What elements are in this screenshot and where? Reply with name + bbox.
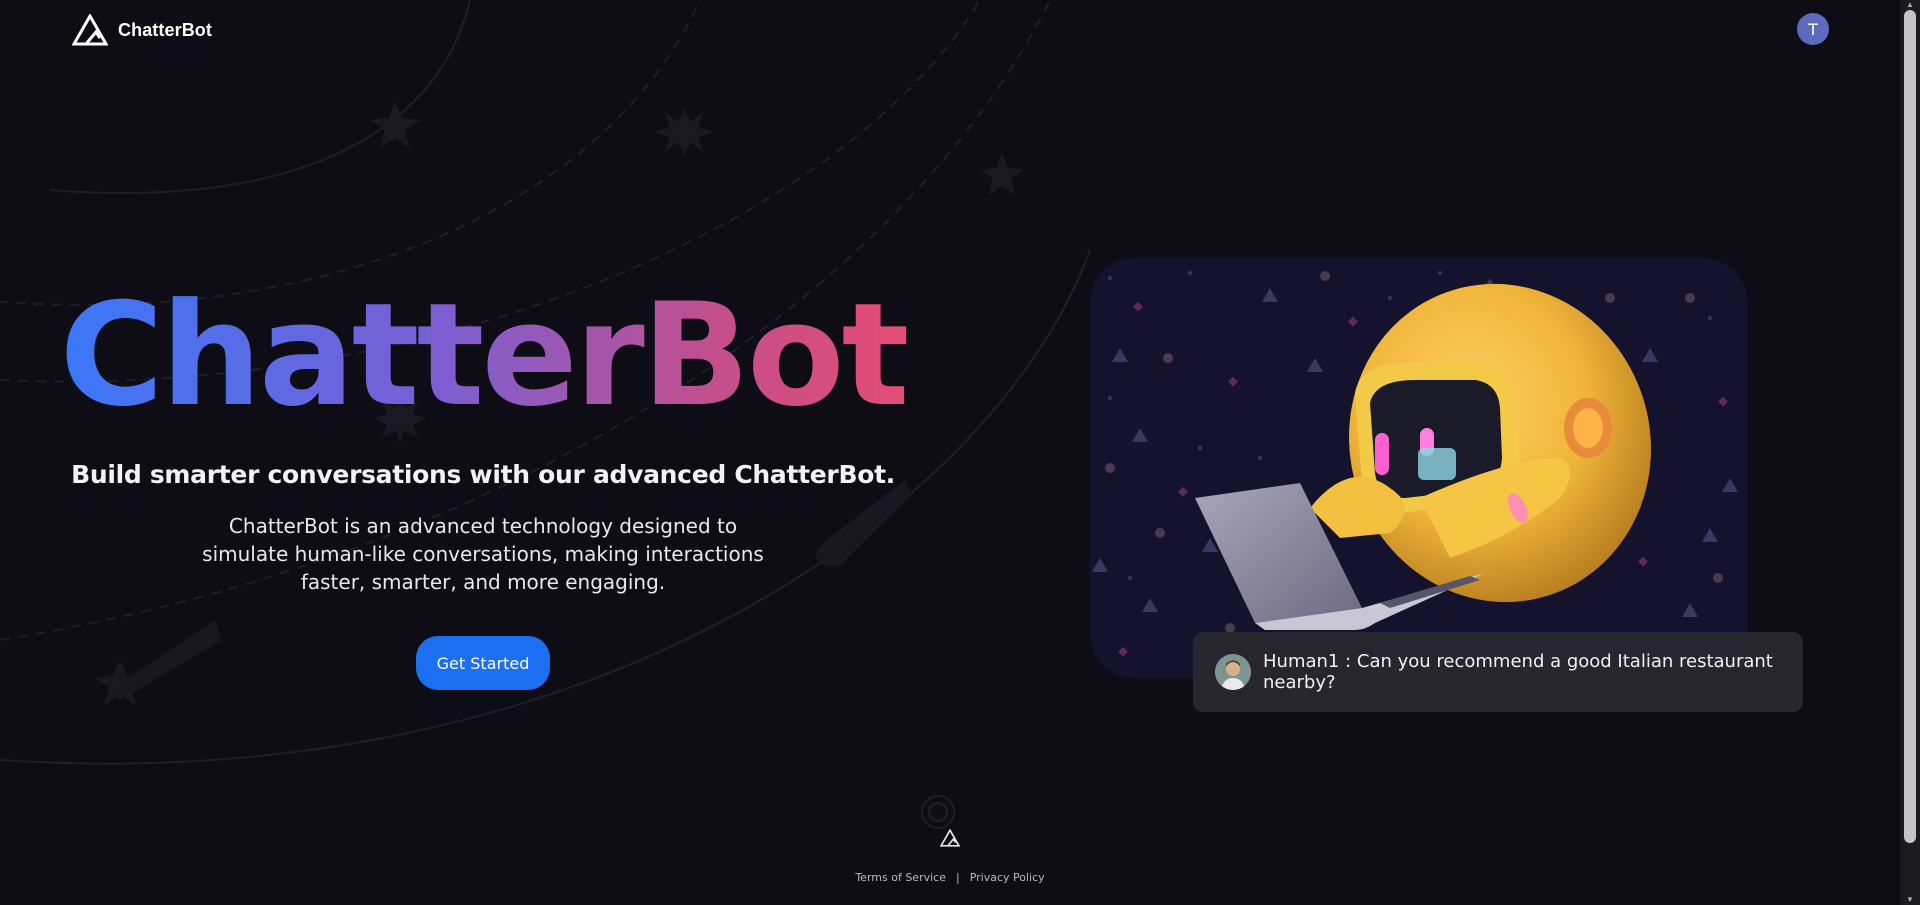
footer-links: Terms of Service | Privacy Policy [0,871,1900,884]
scroll-up-arrow-icon[interactable]: ▲ [1900,0,1920,10]
privacy-policy-link[interactable]: Privacy Policy [970,871,1045,884]
page-scrollbar[interactable]: ▲ ▼ [1900,0,1920,905]
hero-title: ChatterBot [0,276,966,436]
hero-subtitle: Build smarter conversations with our adv… [71,460,895,489]
scrollbar-thumb[interactable] [1904,10,1916,843]
human-avatar [1215,654,1251,690]
terms-of-service-link[interactable]: Terms of Service [855,871,946,884]
footer-logo-icon [939,828,961,852]
get-started-button[interactable]: Get Started [416,636,550,690]
brand-name[interactable]: ChatterBot [118,20,212,41]
chat-message-text: Human1 : Can you recommend a good Italia… [1263,651,1773,693]
chatterbot-logo-icon[interactable] [72,14,108,46]
scroll-down-arrow-icon[interactable]: ▼ [1900,895,1920,905]
site-header: ChatterBot [72,14,212,46]
chat-message-bubble: Human1 : Can you recommend a good Italia… [1193,632,1803,712]
user-avatar[interactable]: T [1797,13,1829,45]
robot-illustration [1090,258,1747,678]
hero-description: ChatterBot is an advanced technology des… [202,514,764,594]
footer-separator: | [955,871,960,884]
